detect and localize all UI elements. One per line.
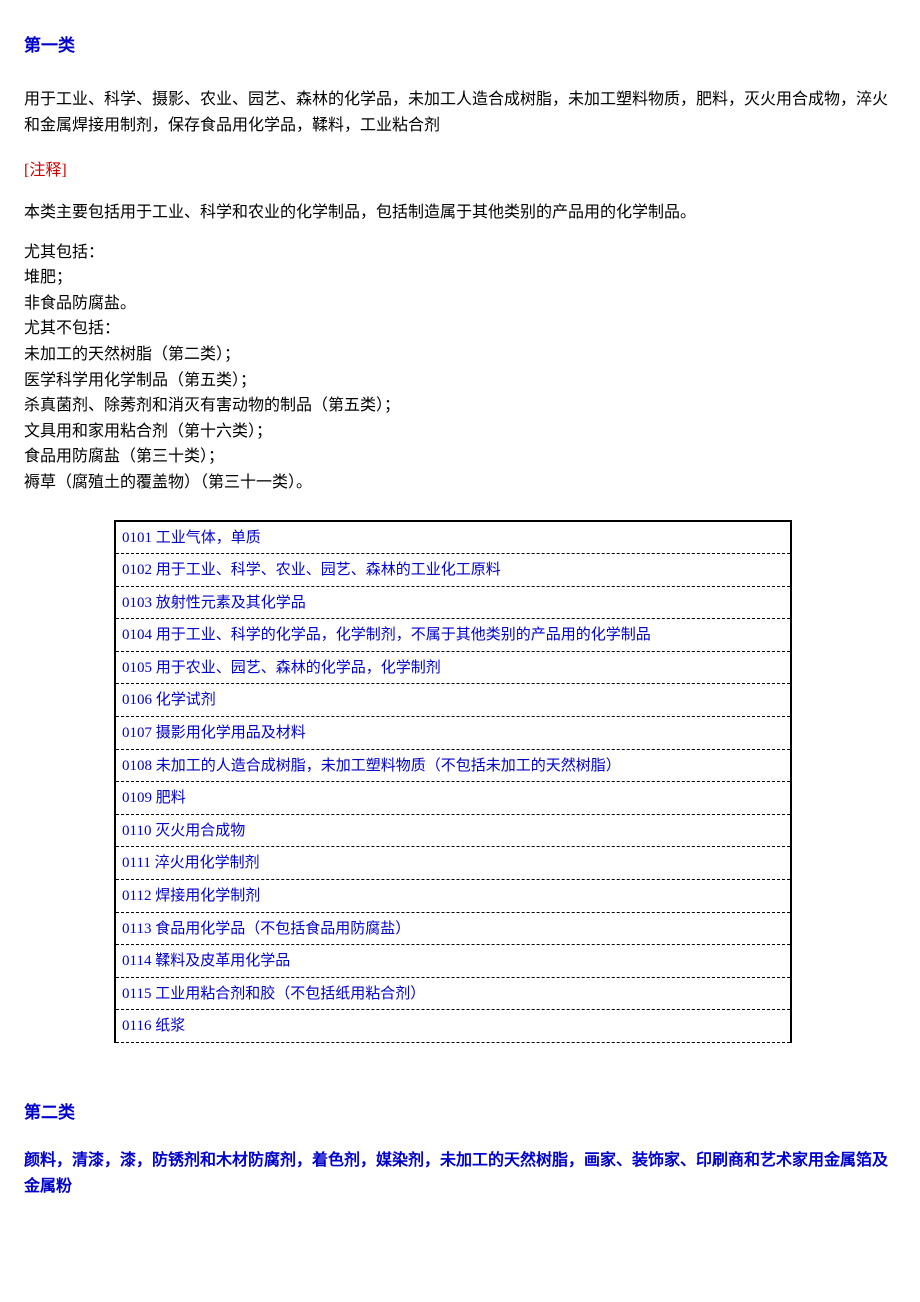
category-link[interactable]: 0112 焊接用化学制剂 bbox=[122, 888, 260, 904]
section2-title: 第二类 bbox=[24, 1099, 896, 1126]
category-link[interactable]: 0107 摄影用化学用品及材料 bbox=[122, 725, 306, 741]
table-cell: 0105 用于农业、园艺、森林的化学品，化学制剂 bbox=[115, 651, 791, 684]
annotation-label: [注释] bbox=[24, 158, 896, 184]
category-table: 0101 工业气体，单质 0102 用于工业、科学、农业、园艺、森林的工业化工原料… bbox=[114, 520, 792, 1044]
table-cell: 0115 工业用粘合剂和胶（不包括纸用粘合剂） bbox=[115, 977, 791, 1010]
include-item: 非食品防腐盐。 bbox=[24, 291, 896, 317]
category-link[interactable]: 0106 化学试剂 bbox=[122, 692, 216, 708]
section1-title: 第一类 bbox=[24, 32, 896, 59]
table-row: 0101 工业气体，单质 bbox=[115, 521, 791, 554]
exclude-item: 杀真菌剂、除莠剂和消灭有害动物的制品（第五类）； bbox=[24, 393, 896, 419]
category-link[interactable]: 0111 淬火用化学制剂 bbox=[122, 855, 260, 871]
table-row: 0115 工业用粘合剂和胶（不包括纸用粘合剂） bbox=[115, 977, 791, 1010]
table-row: 0102 用于工业、科学、农业、园艺、森林的工业化工原料 bbox=[115, 554, 791, 587]
category-link[interactable]: 0104 用于工业、科学的化学品，化学制剂，不属于其他类别的产品用的化学制品 bbox=[122, 627, 651, 643]
table-row: 0109 肥料 bbox=[115, 782, 791, 815]
table-row: 0108 未加工的人造合成树脂，未加工塑料物质（不包括未加工的天然树脂） bbox=[115, 749, 791, 782]
includes-header: 尤其包括： bbox=[24, 240, 896, 266]
section1-description: 用于工业、科学、摄影、农业、园艺、森林的化学品，未加工人造合成树脂，未加工塑料物… bbox=[24, 87, 896, 138]
category-link[interactable]: 0114 鞣料及皮革用化学品 bbox=[122, 953, 290, 969]
category-link[interactable]: 0101 工业气体，单质 bbox=[122, 530, 261, 546]
table-row: 0116 纸浆 bbox=[115, 1010, 791, 1043]
table-cell: 0116 纸浆 bbox=[115, 1010, 791, 1043]
category-link[interactable]: 0116 纸浆 bbox=[122, 1018, 185, 1034]
includes-excludes-block: 尤其包括： 堆肥； 非食品防腐盐。 尤其不包括： 未加工的天然树脂（第二类）； … bbox=[24, 240, 896, 496]
table-cell: 0109 肥料 bbox=[115, 782, 791, 815]
table-cell: 0103 放射性元素及其化学品 bbox=[115, 586, 791, 619]
category-link[interactable]: 0113 食品用化学品（不包括食品用防腐盐） bbox=[122, 921, 410, 937]
table-row: 0110 灭火用合成物 bbox=[115, 814, 791, 847]
excludes-header: 尤其不包括： bbox=[24, 316, 896, 342]
table-row: 0105 用于农业、园艺、森林的化学品，化学制剂 bbox=[115, 651, 791, 684]
table-cell: 0112 焊接用化学制剂 bbox=[115, 880, 791, 913]
table-row: 0107 摄影用化学用品及材料 bbox=[115, 717, 791, 750]
exclude-item: 未加工的天然树脂（第二类）； bbox=[24, 342, 896, 368]
exclude-item: 文具用和家用粘合剂（第十六类）； bbox=[24, 419, 896, 445]
table-row: 0111 淬火用化学制剂 bbox=[115, 847, 791, 880]
table-row: 0106 化学试剂 bbox=[115, 684, 791, 717]
category-link[interactable]: 0108 未加工的人造合成树脂，未加工塑料物质（不包括未加工的天然树脂） bbox=[122, 758, 621, 774]
note-text: 本类主要包括用于工业、科学和农业的化学制品，包括制造属于其他类别的产品用的化学制… bbox=[24, 200, 896, 226]
table-cell: 0110 灭火用合成物 bbox=[115, 814, 791, 847]
table-cell: 0101 工业气体，单质 bbox=[115, 521, 791, 554]
category-link[interactable]: 0115 工业用粘合剂和胶（不包括纸用粘合剂） bbox=[122, 986, 425, 1002]
exclude-item: 褥草（腐殖土的覆盖物）（第三十一类）。 bbox=[24, 470, 896, 496]
table-cell: 0111 淬火用化学制剂 bbox=[115, 847, 791, 880]
table-cell: 0113 食品用化学品（不包括食品用防腐盐） bbox=[115, 912, 791, 945]
category-link[interactable]: 0105 用于农业、园艺、森林的化学品，化学制剂 bbox=[122, 660, 441, 676]
exclude-item: 食品用防腐盐（第三十类）； bbox=[24, 444, 896, 470]
category-link[interactable]: 0109 肥料 bbox=[122, 790, 186, 806]
include-item: 堆肥； bbox=[24, 265, 896, 291]
table-row: 0114 鞣料及皮革用化学品 bbox=[115, 945, 791, 978]
table-row: 0104 用于工业、科学的化学品，化学制剂，不属于其他类别的产品用的化学制品 bbox=[115, 619, 791, 652]
category-link[interactable]: 0102 用于工业、科学、农业、园艺、森林的工业化工原料 bbox=[122, 562, 501, 578]
category-table-wrap: 0101 工业气体，单质 0102 用于工业、科学、农业、园艺、森林的工业化工原料… bbox=[24, 520, 896, 1044]
table-cell: 0114 鞣料及皮革用化学品 bbox=[115, 945, 791, 978]
exclude-item: 医学科学用化学制品（第五类）； bbox=[24, 368, 896, 394]
category-link[interactable]: 0110 灭火用合成物 bbox=[122, 823, 245, 839]
table-cell: 0108 未加工的人造合成树脂，未加工塑料物质（不包括未加工的天然树脂） bbox=[115, 749, 791, 782]
table-cell: 0102 用于工业、科学、农业、园艺、森林的工业化工原料 bbox=[115, 554, 791, 587]
table-cell: 0107 摄影用化学用品及材料 bbox=[115, 717, 791, 750]
table-cell: 0106 化学试剂 bbox=[115, 684, 791, 717]
section2-description: 颜料，清漆，漆，防锈剂和木材防腐剂，着色剂，媒染剂，未加工的天然树脂，画家、装饰… bbox=[24, 1148, 896, 1199]
table-row: 0112 焊接用化学制剂 bbox=[115, 880, 791, 913]
table-row: 0103 放射性元素及其化学品 bbox=[115, 586, 791, 619]
category-link[interactable]: 0103 放射性元素及其化学品 bbox=[122, 595, 306, 611]
table-cell: 0104 用于工业、科学的化学品，化学制剂，不属于其他类别的产品用的化学制品 bbox=[115, 619, 791, 652]
table-row: 0113 食品用化学品（不包括食品用防腐盐） bbox=[115, 912, 791, 945]
